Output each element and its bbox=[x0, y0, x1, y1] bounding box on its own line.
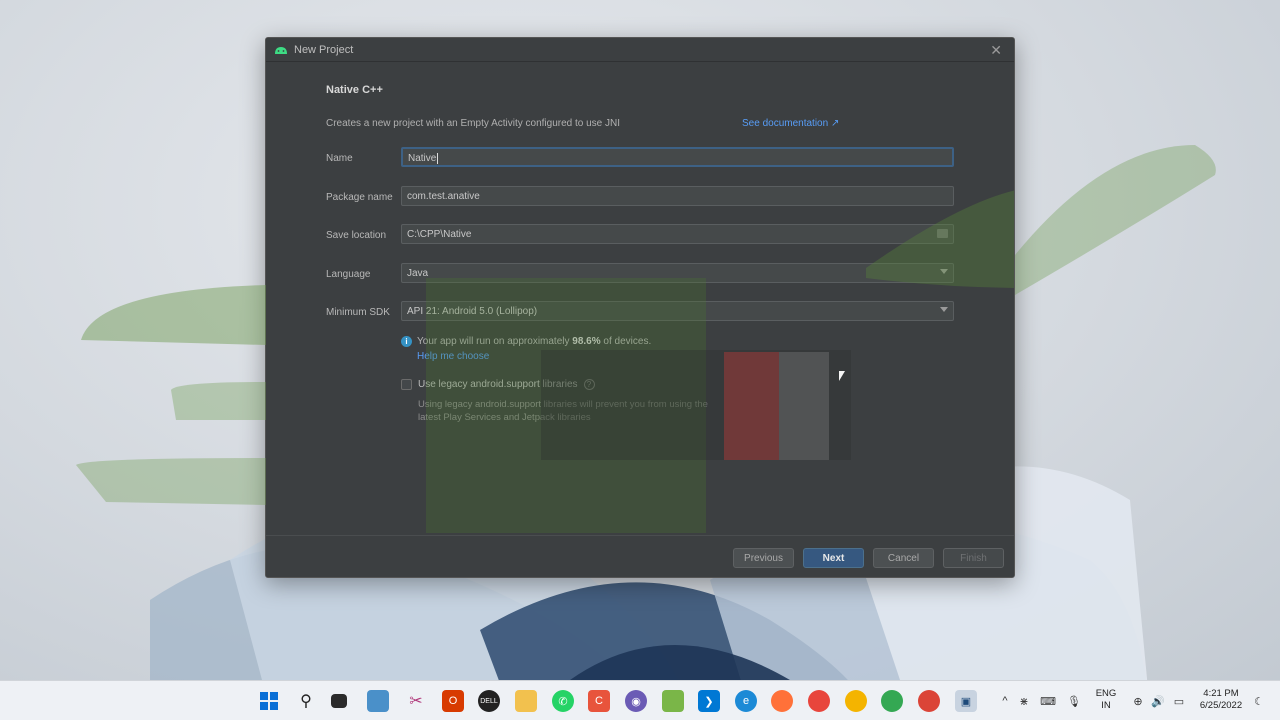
minimum-sdk-select[interactable]: API 21: Android 5.0 (Lollipop) bbox=[401, 301, 954, 321]
legacy-support-label[interactable]: Use legacy android.support libraries bbox=[418, 379, 578, 390]
dialog-titlebar: New Project ✕ bbox=[266, 38, 1014, 62]
name-input[interactable]: Native bbox=[401, 147, 954, 167]
finish-button[interactable]: Finish bbox=[943, 548, 1004, 568]
legacy-support-checkbox[interactable] bbox=[401, 379, 412, 390]
name-label: Name bbox=[326, 153, 353, 164]
search-icon[interactable]: ⚲ bbox=[295, 690, 317, 712]
save-location-input[interactable]: C:\CPP\Native bbox=[401, 224, 954, 244]
whatsapp-icon[interactable]: ✆ bbox=[552, 690, 574, 712]
coverage-percent: 98.6% bbox=[572, 336, 601, 347]
app-purple-icon[interactable]: ◉ bbox=[625, 690, 647, 712]
battery-icon[interactable]: ▭ bbox=[1172, 694, 1186, 708]
name-value: Native bbox=[408, 153, 437, 165]
minimum-sdk-label: Minimum SDK bbox=[326, 307, 390, 318]
windows-logo-icon bbox=[260, 692, 278, 710]
task-view-icon[interactable] bbox=[331, 694, 347, 708]
vscode-icon[interactable]: ❯ bbox=[698, 690, 720, 712]
language-select[interactable]: Java bbox=[401, 263, 954, 283]
edge-icon[interactable]: e bbox=[735, 690, 757, 712]
template-heading: Native C++ bbox=[326, 84, 383, 96]
region-code: IN bbox=[1101, 700, 1111, 711]
chrome-icon[interactable] bbox=[808, 690, 830, 712]
clock-time: 4:21 PM bbox=[1203, 688, 1239, 699]
help-question-icon[interactable]: ? bbox=[583, 379, 595, 390]
legacy-support-description: Using legacy android.support libraries w… bbox=[418, 399, 708, 423]
transition-ghost-left bbox=[76, 285, 266, 505]
network-globe-icon[interactable]: ⊕ bbox=[1131, 694, 1145, 708]
next-button[interactable]: Next bbox=[803, 548, 864, 568]
chevron-down-icon bbox=[940, 307, 948, 312]
app-green-icon[interactable] bbox=[662, 690, 684, 712]
office-icon[interactable]: O bbox=[442, 690, 464, 712]
new-project-dialog: New Project ✕ Native C++ Creates a new p… bbox=[265, 37, 1015, 578]
microphone-icon[interactable]: 🎙 bbox=[1067, 694, 1081, 708]
chevron-down-icon bbox=[940, 269, 948, 274]
package-name-input[interactable]: com.test.anative bbox=[401, 186, 954, 206]
info-icon: i bbox=[401, 336, 412, 347]
windows-taskbar: ⚲ ✂ O DELL ✆ C ◉ ❯ e ▣ ^ ⋇ ⌨ 🎙 ENG IN ⊕ … bbox=[0, 680, 1280, 720]
android-studio-taskbar-icon[interactable]: ▣ bbox=[955, 690, 977, 712]
cancel-button[interactable]: Cancel bbox=[873, 548, 934, 568]
clock[interactable]: 4:21 PM 6/25/2022 bbox=[1193, 688, 1249, 712]
app-red-icon[interactable]: C bbox=[588, 690, 610, 712]
see-documentation-link[interactable]: See documentation ↗ bbox=[742, 118, 839, 129]
language-indicator[interactable]: ENG IN bbox=[1094, 688, 1118, 712]
previous-button[interactable]: Previous bbox=[733, 548, 794, 568]
file-explorer-icon[interactable] bbox=[515, 690, 537, 712]
template-description: Creates a new project with an Empty Acti… bbox=[326, 118, 621, 129]
chrome-profile-2-icon[interactable] bbox=[881, 690, 903, 712]
language-code: ENG bbox=[1095, 688, 1117, 699]
package-name-label: Package name bbox=[326, 192, 393, 203]
language-label: Language bbox=[326, 269, 371, 280]
language-value: Java bbox=[407, 268, 429, 279]
notification-icon[interactable]: ☾ bbox=[1252, 694, 1266, 708]
help-me-choose-link[interactable]: Help me choose bbox=[417, 351, 489, 362]
text-caret bbox=[437, 153, 439, 164]
dialog-footer: Previous Next Cancel Finish bbox=[266, 535, 1014, 577]
clock-date: 6/25/2022 bbox=[1199, 700, 1243, 711]
device-coverage-info: i Your app will run on approximately 98.… bbox=[401, 336, 651, 347]
save-location-label: Save location bbox=[326, 230, 387, 241]
keyboard-icon[interactable]: ⌨ bbox=[1040, 694, 1056, 708]
close-icon[interactable]: ✕ bbox=[990, 42, 1002, 59]
coverage-prefix: Your app will run on approximately bbox=[417, 336, 570, 347]
package-name-value: com.test.anative bbox=[407, 191, 480, 202]
minimum-sdk-value: API 21: Android 5.0 (Lollipop) bbox=[407, 306, 538, 317]
wifi-sharing-icon[interactable]: ⋇ bbox=[1017, 694, 1031, 708]
start-button[interactable] bbox=[258, 690, 280, 712]
firefox-icon[interactable] bbox=[771, 690, 793, 712]
volume-icon[interactable]: 🔊 bbox=[1151, 694, 1165, 708]
chrome-profile-3-icon[interactable] bbox=[918, 690, 940, 712]
chevron-up-icon[interactable]: ^ bbox=[998, 694, 1012, 708]
mouse-pointer-icon bbox=[839, 371, 845, 381]
legacy-support-option: Use legacy android.support libraries ? bbox=[401, 379, 595, 390]
folder-icon[interactable] bbox=[937, 229, 948, 238]
dell-icon[interactable]: DELL bbox=[478, 690, 500, 712]
save-location-value: C:\CPP\Native bbox=[407, 229, 472, 240]
dialog-title: New Project bbox=[294, 43, 354, 56]
android-studio-icon bbox=[275, 46, 287, 54]
chrome-profile-icon[interactable] bbox=[845, 690, 867, 712]
coverage-suffix: of devices. bbox=[603, 336, 652, 347]
transition-ghost-right bbox=[1015, 145, 1216, 295]
photos-app-icon[interactable] bbox=[367, 690, 389, 712]
snipping-tool-icon[interactable]: ✂ bbox=[405, 690, 427, 712]
